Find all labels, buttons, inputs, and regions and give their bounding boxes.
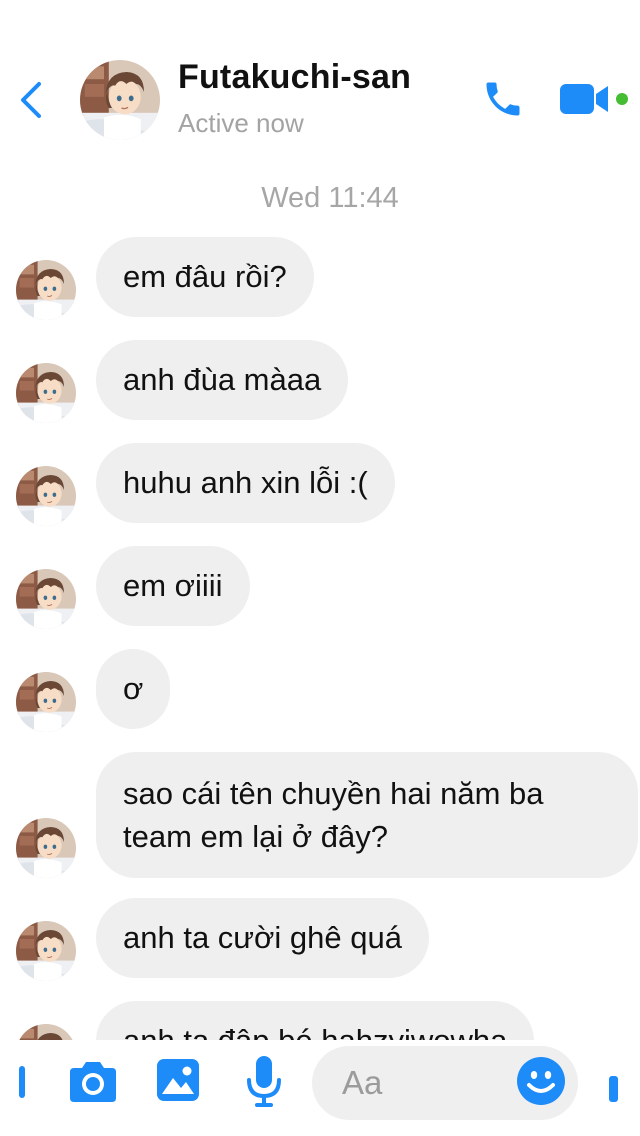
sender-avatar[interactable] [16, 672, 76, 732]
more-actions-button[interactable] [12, 1060, 28, 1104]
emoji-icon [517, 1057, 565, 1105]
sender-avatar[interactable] [16, 569, 76, 629]
contact-name[interactable]: Futakuchi-san [178, 58, 411, 97]
message-bubble[interactable]: em ơiiii [96, 546, 250, 626]
emoji-button[interactable] [516, 1056, 566, 1106]
message-bubble[interactable]: em đâu rồi? [96, 237, 314, 317]
voice-message-button[interactable] [244, 1054, 284, 1108]
gallery-button[interactable] [154, 1056, 202, 1104]
back-button[interactable] [14, 78, 48, 122]
video-camera-icon [560, 84, 628, 114]
like-icon [609, 1076, 618, 1102]
video-call-button[interactable] [558, 78, 632, 120]
message-bubble[interactable]: sao cái tên chuyền hai năm ba team em lạ… [96, 752, 638, 878]
sender-avatar[interactable] [16, 363, 76, 423]
phone-icon [486, 82, 520, 116]
image-icon [157, 1059, 199, 1101]
online-indicator [616, 93, 628, 105]
active-status: Active now [178, 108, 304, 138]
sender-avatar[interactable] [16, 921, 76, 981]
sender-avatar[interactable] [16, 260, 76, 320]
message-bubble[interactable]: anh đùa màaa [96, 340, 349, 420]
like-button[interactable] [606, 1074, 620, 1104]
message-bubble[interactable]: anh ta cười ghê quá [96, 898, 429, 978]
conversation-timestamp: Wed 11:44 [261, 182, 399, 214]
message-bubble[interactable]: ơ [96, 649, 171, 729]
sender-avatar[interactable] [16, 466, 76, 526]
voice-call-button[interactable] [478, 74, 528, 124]
contact-avatar[interactable] [80, 60, 160, 140]
camera-button[interactable] [66, 1058, 120, 1106]
chat-header: Futakuchi-san Active now [0, 0, 640, 160]
message-bubble[interactable]: huhu anh xin lỗi :( [96, 443, 395, 523]
sender-avatar[interactable] [16, 818, 76, 878]
chevron-left-icon [21, 82, 41, 118]
camera-icon [70, 1062, 116, 1102]
microphone-icon [247, 1056, 281, 1107]
more-icon [19, 1066, 25, 1098]
